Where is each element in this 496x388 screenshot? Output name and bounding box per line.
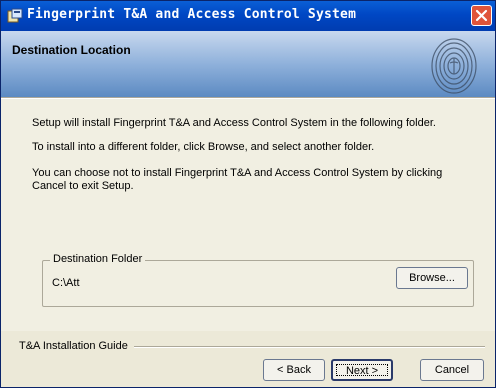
close-icon[interactable] [471,5,492,26]
cancel-button[interactable]: Cancel [420,359,484,381]
info-text-2: To install into a different folder, clic… [32,141,375,153]
back-button[interactable]: < Back [263,359,325,381]
page-title: Destination Location [12,43,131,57]
fingerprint-icon [423,33,485,95]
setup-app-icon [7,8,23,24]
installer-window: Fingerprint T&A and Access Control Syste… [0,0,496,388]
next-button-label: Next > [345,365,379,377]
browse-button[interactable]: Browse... [396,267,468,289]
next-button[interactable]: Next > [331,359,393,381]
content-area: Setup will install Fingerprint T&A and A… [1,99,495,331]
destination-path: C:\Att [52,277,80,289]
back-button-label: < Back [277,364,311,376]
page-header: Destination Location [1,31,495,97]
window-title: Fingerprint T&A and Access Control Syste… [27,7,357,22]
browse-button-label: Browse... [409,272,455,284]
destination-folder-legend: Destination Folder [50,253,146,265]
info-text-3: You can choose not to install Fingerprin… [32,167,443,192]
footer-divider [127,346,485,348]
cancel-button-label: Cancel [434,364,470,376]
title-bar[interactable]: Fingerprint T&A and Access Control Syste… [1,1,495,31]
guide-label: T&A Installation Guide [19,340,134,352]
info-text-1: Setup will install Fingerprint T&A and A… [32,117,436,129]
